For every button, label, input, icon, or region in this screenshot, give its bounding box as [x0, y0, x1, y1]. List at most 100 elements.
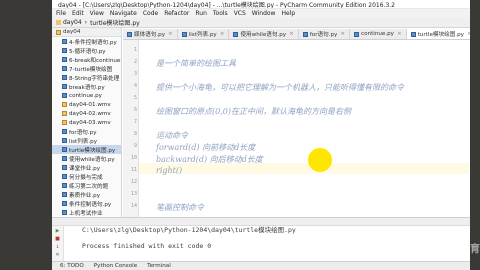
project-file-item[interactable]: 6-break和continue语句 [52, 55, 121, 64]
code-line: right() [156, 166, 183, 175]
line-number: 7 [133, 119, 137, 125]
python-file-icon [62, 93, 67, 98]
menu-item[interactable]: Window [252, 10, 276, 17]
project-file-item[interactable]: 7-turtle模块绘图 [52, 64, 121, 73]
tab-close-icon[interactable]: × [340, 31, 345, 37]
editor-tab[interactable]: for语句.py × [299, 29, 351, 39]
close-icon[interactable]: ✕ [55, 252, 61, 258]
bottom-tool-bar: 6: TODO Python Console Terminal [52, 261, 470, 270]
project-file-item[interactable]: day04-02.wmv [52, 109, 121, 118]
project-file-item[interactable]: 8-String字符串处理 [52, 73, 121, 82]
line-number: 5 [133, 95, 137, 101]
menu-item[interactable]: Tools [213, 10, 228, 17]
project-file-label: 7-turtle模块绘图 [69, 66, 113, 73]
project-file-item[interactable]: continue.py [52, 91, 121, 100]
editor-tab-label: turtle模块绘图.py [417, 32, 464, 38]
python-file-icon [233, 31, 239, 37]
menu-item[interactable]: View [90, 10, 104, 17]
project-file-item[interactable]: 素质作业.py [52, 190, 121, 199]
python-file-icon [62, 156, 67, 161]
menu-item[interactable]: VCS [234, 10, 246, 17]
screen: day04 - [C:\Users\zlg\Desktop\Python-120… [0, 0, 480, 270]
code-line: 是一个简单的绘图工具 [156, 59, 236, 68]
code-line: 绘图窗口的原点(0,0)在正中间，默认海龟的方向是右侧 [156, 107, 351, 116]
python-file-icon [62, 201, 67, 206]
project-file-item[interactable]: 课堂作业.py [52, 163, 121, 172]
editor-tab[interactable]: list列表.py × [178, 29, 230, 39]
project-file-item[interactable]: for语句.py [52, 127, 121, 136]
project-file-item[interactable]: 5-循环语句.py [52, 46, 121, 55]
project-file-label: 6-break和continue语句 [69, 57, 121, 64]
python-file-icon [62, 174, 67, 179]
nav-file[interactable]: turtle模块绘图.py [90, 18, 140, 27]
project-file-item[interactable]: 何分摄与完成 [52, 172, 121, 181]
scroll-icon[interactable]: ↓ [55, 244, 61, 250]
run-toolbar: ▶ ■ ↓ ✕ [52, 226, 64, 262]
tab-close-icon[interactable]: × [168, 31, 173, 37]
menu-item[interactable]: File [56, 10, 66, 17]
project-file-label: 使用while语句.py [69, 156, 115, 163]
line-number: 10 [130, 155, 137, 161]
project-file-label: 练习第二次的题 [69, 183, 109, 190]
python-file-icon [302, 31, 308, 37]
editor-tab[interactable]: turtle模块绘图.py× [406, 29, 470, 39]
tool-window-button[interactable]: Python Console [94, 263, 137, 269]
project-file-label: 5-循环语句.py [69, 48, 106, 55]
python-file-icon [62, 84, 67, 89]
editor-tab[interactable]: continue.py × [350, 29, 407, 39]
tab-close-icon[interactable]: × [397, 31, 402, 37]
code-editor[interactable]: 是一个简单的绘图工具提供一个小海龟，可以把它理解为一个机器人，只能听得懂有限的命… [144, 40, 464, 217]
python-file-icon [62, 138, 67, 143]
python-file-icon [62, 66, 67, 71]
project-file-item[interactable]: break语句.py [52, 82, 121, 91]
python-file-icon [127, 31, 132, 37]
project-file-label: 课堂作业.py [69, 165, 101, 172]
project-file-item[interactable]: 使用while语句.py [52, 154, 121, 163]
python-file-icon [354, 31, 360, 37]
menu-item[interactable]: Code [143, 10, 158, 17]
project-file-item[interactable]: 上机考试作业 [52, 208, 121, 217]
menu-item[interactable]: Edit [72, 10, 84, 17]
tab-close-icon[interactable]: × [220, 31, 225, 37]
folder-icon [56, 29, 61, 35]
tool-window-button[interactable]: Terminal [147, 263, 171, 269]
line-number: 3 [133, 71, 137, 77]
project-file-item[interactable]: turtle模块绘图.py [52, 145, 121, 154]
menu-item[interactable]: Run [195, 10, 207, 17]
project-file-label: day04-02.wmv [69, 110, 111, 117]
menu-item[interactable]: Help [281, 10, 295, 17]
project-file-item[interactable]: day04-01.wmv [52, 100, 121, 109]
project-file-item[interactable]: 条件控制语句.py [52, 199, 121, 208]
menu-item[interactable]: Navigate [110, 10, 137, 17]
project-tree-root[interactable]: day04 [52, 28, 121, 37]
tool-window-button[interactable]: 6: TODO [60, 263, 84, 269]
project-file-list: 4-条件控制语句.py 5-循环语句.py 6-break和continue语句 7-… [52, 37, 121, 217]
project-file-item[interactable]: 练习第二次的题 [52, 181, 121, 190]
project-file-item[interactable]: list列表.py [52, 136, 121, 145]
editor-tab-label: list列表.py [188, 32, 217, 38]
watermark-logo: 千锋教育 [440, 244, 480, 255]
run-exit-message: Process finished with exit code 0 [82, 242, 212, 250]
tab-close-icon[interactable]: × [289, 31, 294, 37]
editor-tab[interactable]: 使用while语句.py × [229, 29, 299, 39]
code-line: 提供一个小海龟，可以把它理解为一个机器人，只能听得懂有限的命令 [156, 83, 404, 92]
project-file-item[interactable]: day04-03.wmv [52, 118, 121, 127]
menu-item[interactable]: Refactor [164, 10, 189, 17]
run-command-line: C:\Users\zlg\Desktop\Python-1204\day04\t… [82, 226, 296, 234]
file-icon [62, 102, 67, 107]
nav-project[interactable]: day04 [63, 19, 82, 26]
editor-tab-label: for语句.py [309, 32, 338, 38]
python-file-icon [62, 48, 67, 53]
project-file-label: break语句.py [69, 84, 105, 91]
editor-tab-bar: 媒体语句.py × list列表.py × 使用while语句.py × for语句.py ×… [123, 29, 470, 40]
python-file-icon [62, 210, 67, 215]
monitor-bezel-left [0, 0, 52, 270]
project-file-label: 8-String字符串处理 [69, 75, 120, 82]
editor-tab-label: 使用while语句.py [240, 32, 287, 38]
project-file-item[interactable]: 4-条件控制语句.py [52, 37, 121, 46]
stop-icon[interactable]: ■ [55, 236, 61, 242]
project-file-label: list列表.py [69, 138, 98, 145]
window-title: day04 - [C:\Users\zlg\Desktop\Python-120… [52, 0, 470, 9]
editor-tab[interactable]: 媒体语句.py × [123, 29, 178, 39]
rerun-icon[interactable]: ▶ [55, 228, 61, 234]
